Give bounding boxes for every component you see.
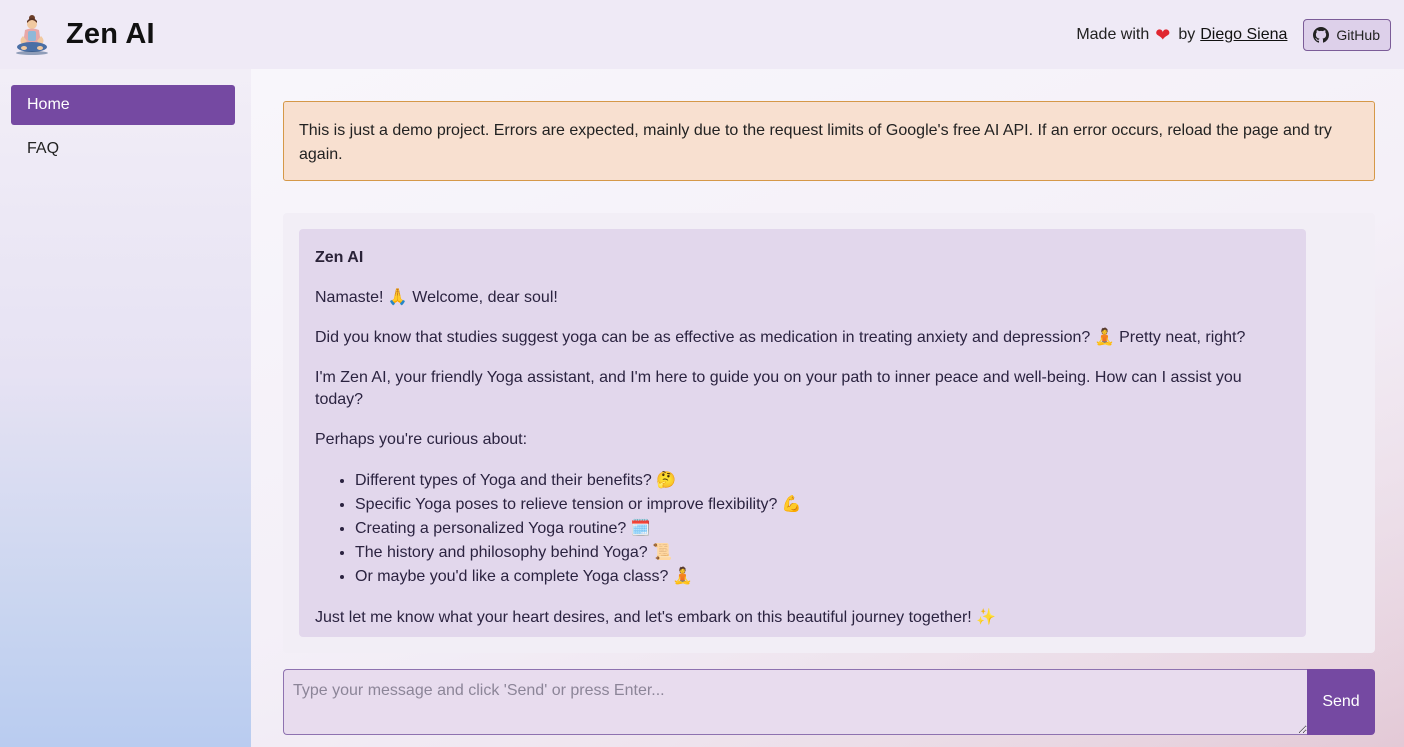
message-input[interactable]: [283, 669, 1307, 735]
list-item: Creating a personalized Yoga routine? 🗓️: [355, 517, 1290, 541]
app-header: Zen AI Made with ❤ by Diego Siena GitHub: [0, 0, 1404, 69]
github-icon: [1313, 26, 1330, 43]
chat-panel[interactable]: Zen AI Namaste! 🙏 Welcome, dear soul! Di…: [283, 213, 1375, 653]
message-closing: Just let me know what your heart desires…: [315, 609, 997, 626]
list-item: The history and philosophy behind Yoga? …: [355, 541, 1290, 565]
send-button[interactable]: Send: [1307, 669, 1375, 735]
header-right: Made with ❤ by Diego Siena GitHub: [1076, 18, 1391, 51]
list-item: Different types of Yoga and their benefi…: [355, 469, 1290, 493]
demo-warning-alert: This is just a demo project. Errors are …: [283, 101, 1375, 181]
made-with-text: Made with: [1076, 25, 1150, 43]
message-intro: I'm Zen AI, your friendly Yoga assistant…: [315, 369, 1242, 408]
sidebar-item-faq[interactable]: FAQ: [11, 129, 235, 169]
message-prompt: Perhaps you're curious about:: [315, 431, 528, 448]
github-button[interactable]: GitHub: [1303, 18, 1391, 51]
main-content: This is just a demo project. Errors are …: [251, 69, 1404, 747]
author-link[interactable]: Diego Siena: [1200, 26, 1287, 44]
brand[interactable]: Zen AI: [14, 14, 155, 56]
sidebar: Home FAQ: [0, 69, 251, 747]
app-title: Zen AI: [66, 18, 155, 50]
assistant-message: Zen AI Namaste! 🙏 Welcome, dear soul! Di…: [299, 229, 1306, 637]
message-greeting: Namaste! 🙏 Welcome, dear soul!: [315, 289, 558, 306]
message-fact: Did you know that studies suggest yoga c…: [315, 329, 1246, 346]
sidebar-item-home[interactable]: Home: [11, 85, 235, 125]
message-sender: Zen AI: [315, 249, 364, 266]
list-item: Specific Yoga poses to relieve tension o…: [355, 493, 1290, 517]
suggestion-list: Different types of Yoga and their benefi…: [315, 469, 1290, 589]
message-composer: Send: [283, 669, 1375, 735]
meditating-figure-icon: [16, 14, 48, 55]
list-item: Or maybe you'd like a complete Yoga clas…: [355, 565, 1290, 589]
github-button-label: GitHub: [1336, 26, 1380, 43]
by-text: by: [1178, 25, 1196, 43]
heart-icon: ❤: [1155, 24, 1171, 45]
